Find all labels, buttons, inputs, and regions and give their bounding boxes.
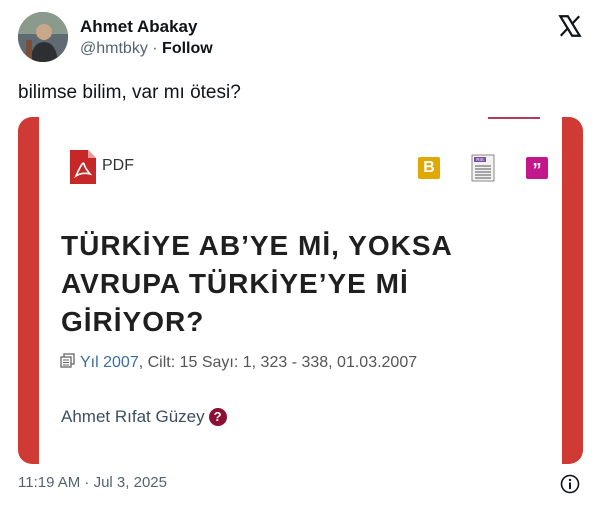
attached-image-card[interactable]: PDF B RIS ” TÜRKİYE AB’YE Mİ, YOKSA AVRU… [18, 117, 583, 464]
ris-export-button[interactable]: RIS [470, 153, 496, 183]
author-handle[interactable]: @hmtbky [80, 40, 148, 57]
b-export-button[interactable]: B [418, 157, 440, 179]
author-name[interactable]: Ahmet Abakay [80, 17, 197, 37]
pdf-icon [70, 150, 96, 184]
tweet-text: bilimse bilim, var mı ötesi? [18, 82, 241, 103]
tweet-timestamp[interactable]: 11:19 AM · Jul 3, 2025 [18, 474, 167, 491]
ris-file-icon: RIS [471, 154, 495, 182]
info-icon[interactable] [560, 474, 580, 494]
cite-button[interactable]: ” [526, 157, 548, 180]
avatar-image [18, 12, 68, 62]
article-details: , Cilt: 15 Sayı: 1, 323 - 338, 01.03.200… [138, 354, 418, 371]
top-accent-line [488, 117, 540, 119]
pdf-button[interactable]: PDF [70, 150, 134, 186]
separator: · [152, 40, 158, 57]
copy-icon [60, 353, 75, 368]
article-title: TÜRKİYE AB’YE Mİ, YOKSA AVRUPA TÜRKİYE’Y… [61, 230, 452, 337]
pdf-label: PDF [102, 157, 134, 174]
left-border-band [18, 117, 39, 464]
x-logo-icon[interactable] [557, 13, 583, 39]
question-icon[interactable]: ? [208, 408, 227, 426]
author-handle-line: @hmtbky · Follow [80, 40, 213, 58]
year-link[interactable]: Yıl 2007 [80, 354, 139, 371]
avatar[interactable] [18, 12, 68, 62]
follow-link[interactable]: Follow [162, 40, 213, 57]
right-border-band [562, 117, 583, 464]
article-author: Ahmet Rıfat Güzey? [61, 407, 227, 427]
article-author-name[interactable]: Ahmet Rıfat Güzey [61, 407, 205, 426]
ris-label: RIS [476, 157, 484, 162]
article-meta: Yıl 2007, Cilt: 15 Sayı: 1, 323 - 338, 0… [60, 353, 417, 372]
